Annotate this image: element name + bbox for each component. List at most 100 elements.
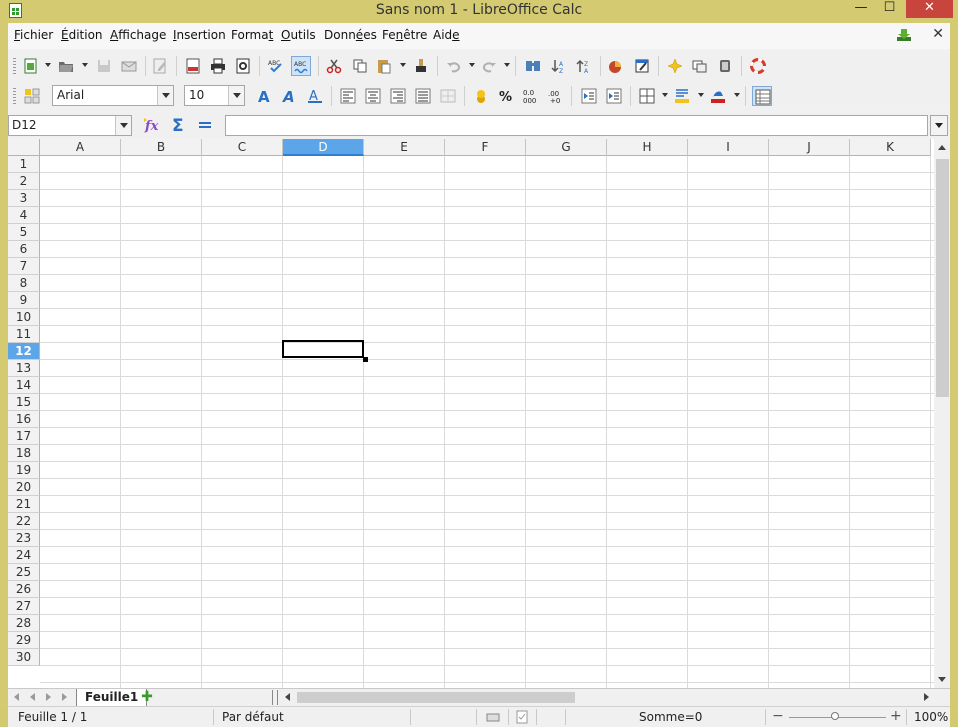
- sort-descending-button[interactable]: ZA: [574, 56, 594, 76]
- menu-insertion[interactable]: Insertion: [173, 28, 226, 42]
- edit-mode-button[interactable]: [150, 56, 170, 76]
- row-header-14[interactable]: 14: [8, 377, 40, 394]
- open-button[interactable]: [56, 56, 76, 76]
- vertical-scroll-thumb[interactable]: [936, 159, 949, 397]
- title-bar[interactable]: Sans nom 1 - LibreOffice Calc — ☐ ✕: [0, 0, 958, 22]
- expand-formula-bar-button[interactable]: [930, 115, 948, 136]
- zoom-in-button[interactable]: +: [890, 708, 902, 724]
- row-header-11[interactable]: 11: [8, 326, 40, 343]
- minimize-button[interactable]: —: [848, 0, 874, 18]
- column-header-b[interactable]: B: [121, 139, 202, 156]
- row-header-19[interactable]: 19: [8, 462, 40, 479]
- row-header-2[interactable]: 2: [8, 173, 40, 190]
- row-header-25[interactable]: 25: [8, 564, 40, 581]
- row-header-15[interactable]: 15: [8, 394, 40, 411]
- row-header-8[interactable]: 8: [8, 275, 40, 292]
- row-header-13[interactable]: 13: [8, 360, 40, 377]
- undo-dropdown-arrow[interactable]: [469, 63, 475, 67]
- column-header-j[interactable]: J: [769, 139, 850, 156]
- column-header-g[interactable]: G: [526, 139, 607, 156]
- auto-spellcheck-button[interactable]: ABC: [291, 56, 311, 76]
- row-header-26[interactable]: 26: [8, 581, 40, 598]
- row-header-5[interactable]: 5: [8, 224, 40, 241]
- save-button[interactable]: [94, 56, 114, 76]
- email-button[interactable]: [119, 56, 139, 76]
- scroll-down-arrow[interactable]: [938, 677, 946, 682]
- row-header-1[interactable]: 1: [8, 156, 40, 173]
- new-document-button[interactable]: [21, 56, 41, 76]
- zoom-percentage[interactable]: 100%: [914, 710, 948, 724]
- row-header-7[interactable]: 7: [8, 258, 40, 275]
- spelling-button[interactable]: ABC: [266, 56, 286, 76]
- open-dropdown-arrow[interactable]: [82, 63, 88, 67]
- find-replace-button[interactable]: [523, 56, 543, 76]
- select-all-corner[interactable]: [8, 139, 40, 156]
- previous-sheet-button[interactable]: [26, 691, 40, 703]
- close-window-button[interactable]: ✕: [906, 0, 953, 18]
- zoom-slider-thumb[interactable]: [831, 712, 839, 720]
- row-header-12[interactable]: 12: [8, 343, 40, 360]
- row-header-10[interactable]: 10: [8, 309, 40, 326]
- print-preview-button[interactable]: [233, 56, 253, 76]
- number-format-button[interactable]: 0.0 000: [521, 86, 541, 106]
- insert-chart-button[interactable]: [606, 56, 626, 76]
- zoom-out-button[interactable]: −: [772, 708, 784, 724]
- export-pdf-button[interactable]: [183, 56, 203, 76]
- horizontal-scroll-thumb[interactable]: [297, 692, 575, 703]
- justify-button[interactable]: [413, 86, 433, 106]
- active-cell-cursor[interactable]: [282, 340, 364, 358]
- column-header-c[interactable]: C: [202, 139, 283, 156]
- row-header-6[interactable]: 6: [8, 241, 40, 258]
- toolbar-handle[interactable]: [13, 88, 16, 104]
- show-draw-functions-button[interactable]: [715, 56, 735, 76]
- font-size-dropdown-arrow[interactable]: [228, 86, 244, 105]
- menu-outils[interactable]: Outils: [281, 28, 316, 42]
- sort-ascending-button[interactable]: AZ: [549, 56, 569, 76]
- cut-button[interactable]: [324, 56, 344, 76]
- italic-button[interactable]: A: [280, 86, 300, 106]
- fill-handle[interactable]: [363, 357, 368, 362]
- toolbar-handle[interactable]: [13, 58, 16, 74]
- column-header-k[interactable]: K: [850, 139, 931, 156]
- help-button[interactable]: [748, 56, 768, 76]
- row-header-29[interactable]: 29: [8, 632, 40, 649]
- row-header-20[interactable]: 20: [8, 479, 40, 496]
- paste-button[interactable]: [374, 56, 394, 76]
- special-character-button[interactable]: [665, 56, 685, 76]
- decrease-indent-button[interactable]: [579, 86, 599, 106]
- redo-button[interactable]: [479, 56, 499, 76]
- scroll-left-arrow[interactable]: [285, 693, 290, 701]
- font-name-dropdown-arrow[interactable]: [157, 86, 173, 105]
- row-header-28[interactable]: 28: [8, 615, 40, 632]
- row-header-27[interactable]: 27: [8, 598, 40, 615]
- row-header-21[interactable]: 21: [8, 496, 40, 513]
- row-header-3[interactable]: 3: [8, 190, 40, 207]
- column-header-e[interactable]: E: [364, 139, 445, 156]
- row-header-22[interactable]: 22: [8, 513, 40, 530]
- currency-format-button[interactable]: [471, 86, 491, 106]
- align-center-button[interactable]: [363, 86, 383, 106]
- print-button[interactable]: [208, 56, 228, 76]
- vertical-scrollbar[interactable]: [935, 139, 950, 688]
- column-header-i[interactable]: I: [688, 139, 769, 156]
- percent-format-button[interactable]: %: [496, 86, 516, 106]
- page-style[interactable]: Par défaut: [222, 710, 284, 724]
- maximize-button[interactable]: ☐: [876, 0, 903, 18]
- column-header-d[interactable]: D: [283, 139, 364, 156]
- toggle-grid-lines-button[interactable]: [752, 86, 772, 106]
- align-left-button[interactable]: [338, 86, 358, 106]
- formula-input[interactable]: [225, 115, 928, 136]
- pivot-table-button[interactable]: [632, 56, 652, 76]
- clone-formatting-button[interactable]: [411, 56, 431, 76]
- paste-dropdown-arrow[interactable]: [400, 63, 406, 67]
- horizontal-scrollbar[interactable]: [281, 690, 933, 705]
- update-available-icon[interactable]: [896, 28, 912, 42]
- menu-fenetre[interactable]: Fenêtre: [382, 28, 427, 42]
- name-box[interactable]: D12: [8, 115, 132, 136]
- function-button[interactable]: [194, 115, 216, 135]
- merge-cells-button[interactable]: [438, 86, 458, 106]
- menu-affichage[interactable]: Affichage: [110, 28, 166, 42]
- background-color-dropdown-arrow[interactable]: [698, 93, 704, 97]
- scroll-right-arrow[interactable]: [924, 693, 929, 701]
- font-color-button[interactable]: [708, 86, 728, 106]
